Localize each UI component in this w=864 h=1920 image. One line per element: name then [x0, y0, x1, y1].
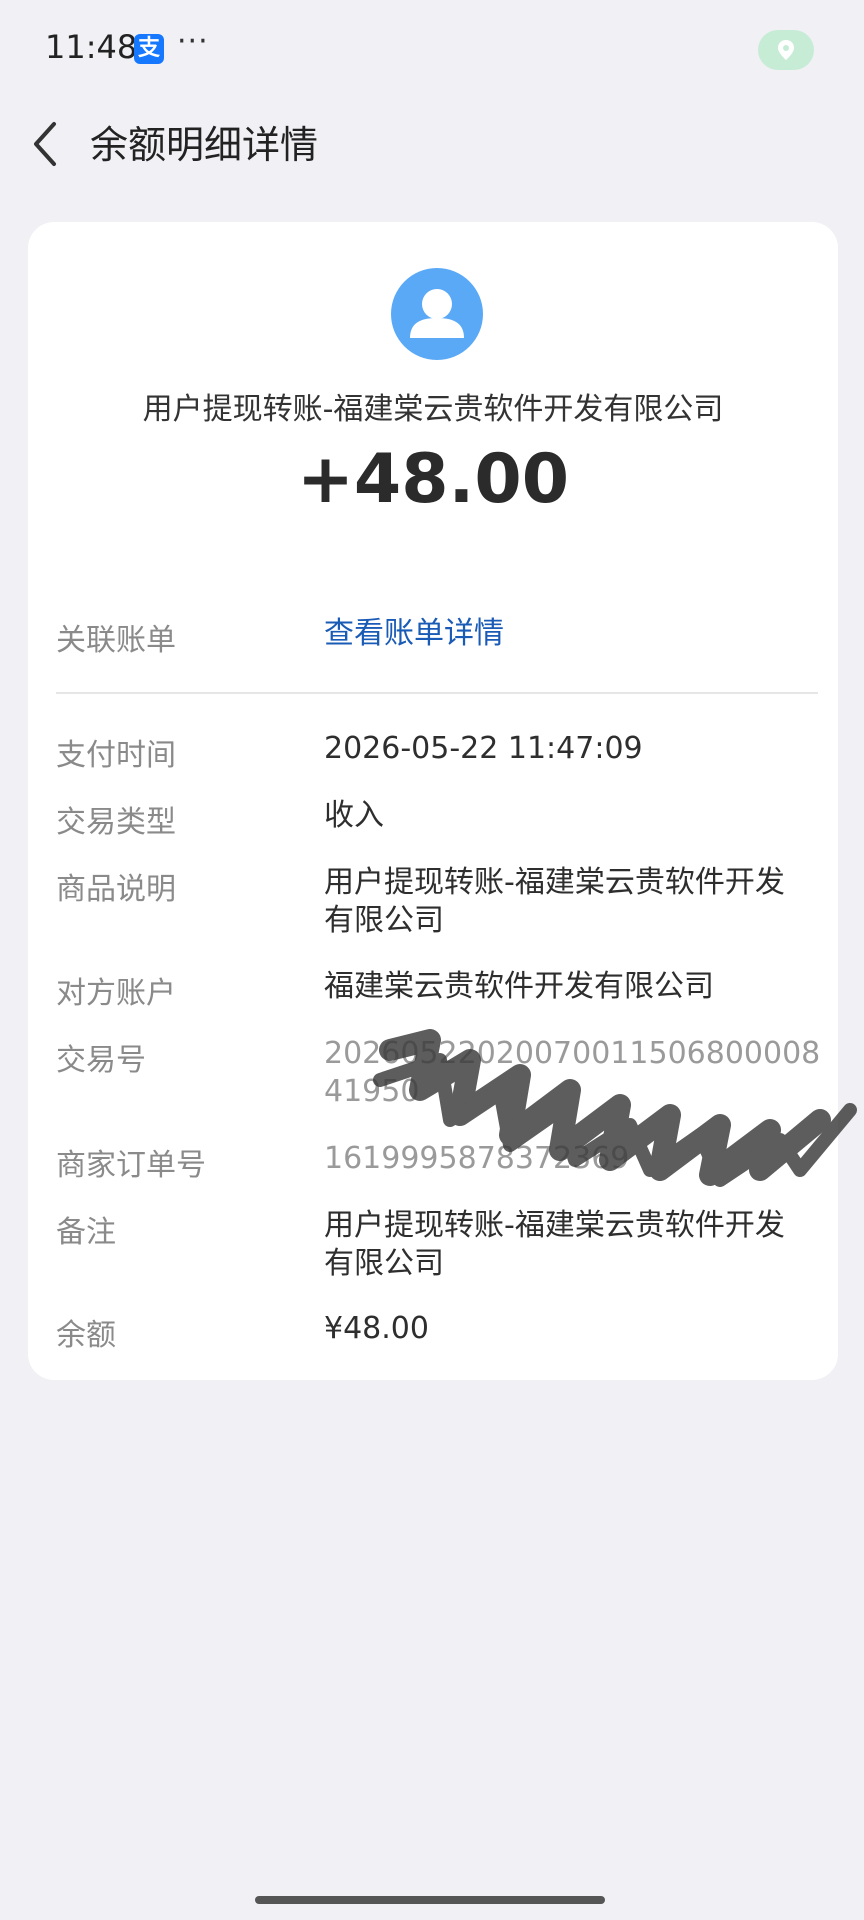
view-bill-details-link[interactable]: 查看账单详情: [324, 615, 854, 653]
status-bar: 11:48 支 ···: [0, 0, 864, 100]
back-button[interactable]: [28, 116, 68, 172]
detail-value: 收入: [324, 798, 384, 833]
detail-label: 支付时间: [56, 738, 176, 773]
user-avatar-icon: [391, 268, 483, 360]
divider: [56, 692, 818, 694]
chevron-left-icon: [34, 122, 56, 166]
redaction-scribble: [373, 1029, 857, 1187]
detail-label: 商家订单号: [56, 1148, 206, 1183]
page-title: 余额明细详情: [90, 123, 319, 167]
detail-value: 2026-05-22 11:47:09: [324, 731, 643, 766]
location-pin-icon: [778, 40, 794, 60]
detail-value: 福建棠云贵软件开发有限公司: [324, 969, 714, 1004]
page-header: 余额明细详情: [0, 100, 864, 200]
transaction-amount: +48.00: [296, 440, 570, 519]
payee-name: 用户提现转账-福建棠云贵软件开发有限公司: [142, 392, 724, 427]
location-indicator: [758, 30, 814, 70]
detail-label: 关联账单: [56, 623, 176, 658]
detail-value: 用户提现转账-福建棠云贵软件开发有限公司: [324, 1208, 785, 1281]
detail-label: 对方账户: [56, 976, 176, 1011]
detail-value: 用户提现转账-福建棠云贵软件开发有限公司: [324, 865, 785, 938]
detail-label: 交易号: [56, 1043, 146, 1078]
detail-value: ¥48.00: [324, 1311, 429, 1346]
transaction-card: 用户提现转账-福建棠云贵软件开发有限公司 +48.00 关联账单 查看账单详情 …: [28, 222, 838, 1380]
home-indicator[interactable]: [255, 1896, 605, 1904]
detail-label: 备注: [56, 1215, 116, 1250]
alipay-app-icon: 支: [134, 34, 164, 64]
detail-label: 余额: [56, 1318, 116, 1353]
detail-label: 商品说明: [56, 872, 176, 907]
more-notifications-icon: ···: [177, 24, 209, 59]
detail-label: 交易类型: [56, 805, 176, 840]
status-time: 11:48: [45, 28, 138, 66]
